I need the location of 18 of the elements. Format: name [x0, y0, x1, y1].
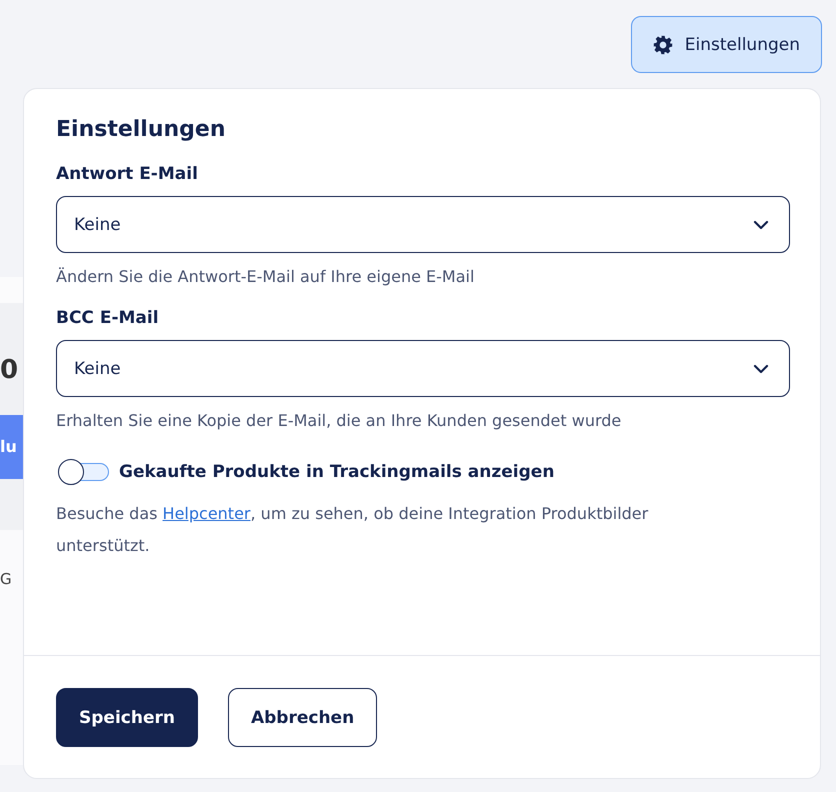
settings-button[interactable]: Einstellungen — [630, 16, 822, 73]
hint-text: Erhalten Sie eine Kopie der E-Mail, die an Ihre Kunden gesendet wurde — [56, 411, 622, 430]
cancel-button[interactable]: Abbrechen — [228, 688, 378, 747]
helpcenter-link[interactable]: Helpcenter — [162, 504, 250, 523]
settings-icon — [652, 34, 673, 54]
hint-text: Ändern Sie die Antwort-E-Mail auf Ihre eigene E-Mail — [56, 267, 476, 286]
chevron-down-icon — [753, 364, 769, 374]
help-text: Besuche das Helpcenter, um zu sehen, ob deine Integration Produktbilder unterstützt. — [56, 503, 650, 557]
label-text: G — [0, 570, 13, 588]
field-label: BCC E-Mail — [56, 308, 160, 328]
select-field[interactable]: Keine — [56, 340, 790, 397]
toggle-label: Gekaufte Produkte in Trackingmails anzeigen — [119, 462, 554, 482]
panel-title: Einstellungen — [56, 117, 227, 142]
save-button[interactable]: Speichern — [56, 688, 198, 747]
select-field[interactable]: Keine — [56, 196, 790, 253]
chevron-down-icon — [753, 220, 769, 230]
heading-text: 0 — [0, 354, 20, 384]
field-label: Antwort E-Mail — [56, 164, 199, 184]
